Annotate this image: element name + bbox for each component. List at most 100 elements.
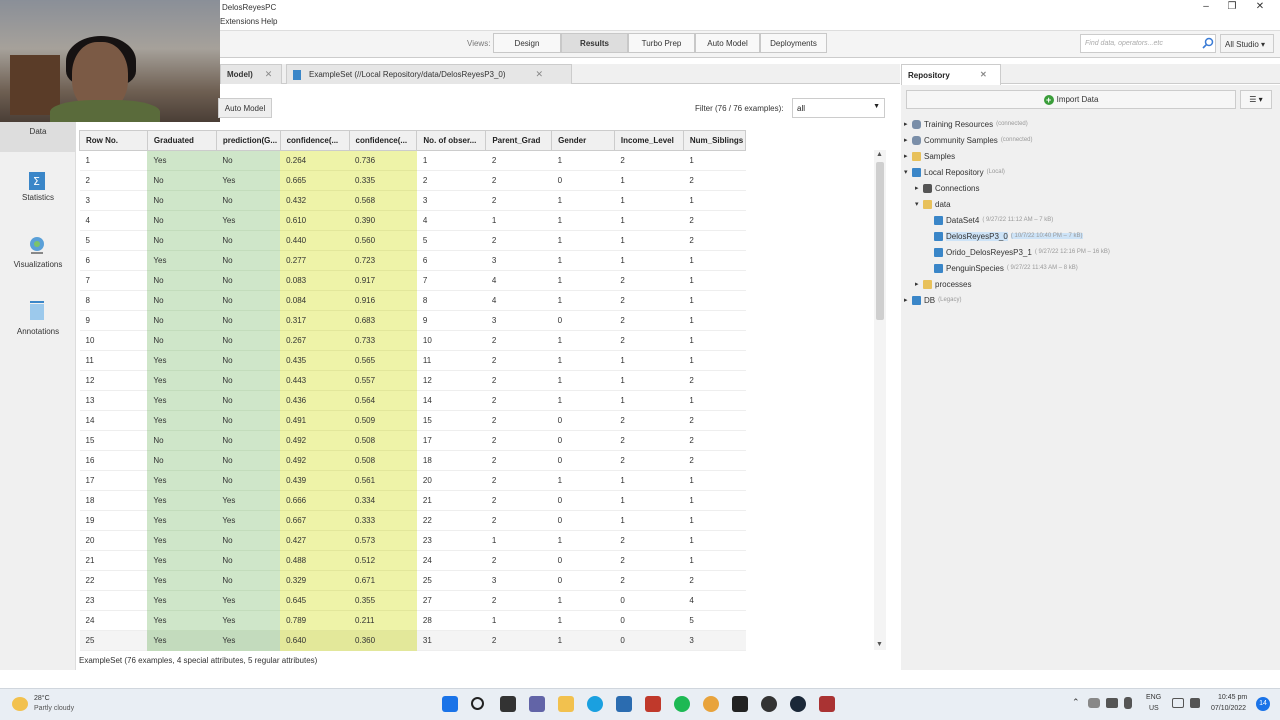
- table-row[interactable]: 21 Yes No 0.488 0.512 24 2 0 2 1: [79, 550, 746, 571]
- scroll-down-icon[interactable]: ▼: [876, 641, 883, 648]
- table-row[interactable]: 2 No Yes 0.665 0.335 2 2 0 1 2: [79, 170, 746, 191]
- column-header[interactable]: Income_Level: [613, 130, 684, 151]
- column-header[interactable]: confidence(...: [348, 130, 418, 151]
- repository-tree-item[interactable]: PenguinSpecies( 9/27/22 11:43 AM – 8 kB): [904, 262, 1274, 274]
- expand-arrow-icon[interactable]: ▸: [904, 152, 912, 160]
- edge-icon[interactable]: [587, 696, 603, 712]
- statistics-icon[interactable]: Σ: [26, 170, 48, 192]
- chrome-icon[interactable]: [703, 696, 719, 712]
- repository-tree-item[interactable]: ▸ Connections: [904, 182, 1274, 194]
- table-row[interactable]: 13 Yes No 0.436 0.564 14 2 1 1 1: [79, 390, 746, 411]
- volume-icon[interactable]: [1190, 698, 1200, 708]
- region-indicator[interactable]: US: [1149, 705, 1159, 712]
- column-header[interactable]: Gender: [551, 130, 615, 151]
- table-row[interactable]: 17 Yes No 0.439 0.561 20 2 1 1 1: [79, 470, 746, 491]
- import-data-button[interactable]: + Import Data: [906, 90, 1236, 109]
- table-row[interactable]: 5 No No 0.440 0.560 5 2 1 1 2: [79, 230, 746, 251]
- scroll-up-icon[interactable]: ▲: [876, 151, 883, 158]
- close-icon[interactable]: ✕: [265, 69, 273, 80]
- tab-model[interactable]: Model) ✕: [220, 64, 282, 84]
- table-row[interactable]: 11 Yes No 0.435 0.565 11 2 1 1 1: [79, 350, 746, 371]
- clock-time[interactable]: 10:45 pm: [1218, 694, 1247, 701]
- repository-tree-item[interactable]: ▸ processes: [904, 278, 1274, 290]
- scrollbar-thumb[interactable]: [876, 162, 884, 320]
- search-icon[interactable]: [1202, 37, 1214, 49]
- language-indicator[interactable]: ENG: [1146, 694, 1161, 701]
- auto-model-button[interactable]: Auto Model: [218, 98, 272, 118]
- rapidminer-icon[interactable]: [732, 696, 748, 712]
- table-row[interactable]: 9 No No 0.317 0.683 9 3 0 2 1: [79, 310, 746, 331]
- expand-arrow-icon[interactable]: ▸: [904, 120, 912, 128]
- view-annotations[interactable]: Annotations: [0, 327, 76, 336]
- steam-icon[interactable]: [790, 696, 806, 712]
- close-icon[interactable]: ✕: [980, 70, 987, 79]
- studio-scope-dropdown[interactable]: All Studio ▾: [1220, 34, 1274, 53]
- table-row[interactable]: 4 No Yes 0.610 0.390 4 1 1 1 2: [79, 210, 746, 231]
- table-row[interactable]: 24 Yes Yes 0.789 0.211 28 1 1 0 5: [79, 610, 746, 631]
- tab-exampleset[interactable]: ExampleSet (//Local Repository/data/Delo…: [286, 64, 572, 84]
- microphone-icon[interactable]: [1124, 697, 1132, 709]
- repository-tree-item[interactable]: DelosReyesP3_0( 10/7/22 10:40 PM – 7 kB): [904, 230, 1274, 242]
- view-design-button[interactable]: Design: [493, 33, 561, 53]
- column-header[interactable]: confidence(...: [279, 130, 350, 151]
- table-row[interactable]: 23 Yes Yes 0.645 0.355 27 2 1 0 4: [79, 590, 746, 611]
- repository-tree-item[interactable]: ▸ Samples: [904, 150, 1274, 162]
- annotations-icon[interactable]: [26, 300, 48, 322]
- repository-tree-item[interactable]: ▸ Community Samples (connected): [904, 134, 1274, 146]
- store-icon[interactable]: [616, 696, 632, 712]
- tray-chevron-icon[interactable]: ⌃: [1072, 697, 1080, 708]
- collapse-arrow-icon[interactable]: ▾: [904, 168, 912, 176]
- table-row[interactable]: 20 Yes No 0.427 0.573 23 1 1 2 1: [79, 530, 746, 551]
- view-statistics[interactable]: Statistics: [0, 193, 76, 202]
- view-visualizations[interactable]: Visualizations: [0, 260, 76, 269]
- clock-date[interactable]: 07/10/2022: [1211, 705, 1246, 712]
- table-row[interactable]: 25 Yes Yes 0.640 0.360 31 2 1 0 3: [79, 630, 746, 651]
- repository-tree-item[interactable]: DataSet4( 9/27/22 11:12 AM – 7 kB): [904, 214, 1274, 226]
- table-row[interactable]: 10 No No 0.267 0.733 10 2 1 2 1: [79, 330, 746, 351]
- table-row[interactable]: 7 No No 0.083 0.917 7 4 1 2 1: [79, 270, 746, 291]
- table-row[interactable]: 3 No No 0.432 0.568 3 2 1 1 1: [79, 190, 746, 211]
- table-row[interactable]: 1 Yes No 0.264 0.736 1 2 1 2 1: [79, 150, 746, 171]
- view-turbo-prep-button[interactable]: Turbo Prep: [628, 33, 695, 53]
- view-results-button[interactable]: Results: [561, 33, 628, 53]
- table-row[interactable]: 16 No No 0.492 0.508 18 2 0 2 2: [79, 450, 746, 471]
- task-view-icon[interactable]: [500, 696, 516, 712]
- weather-temperature[interactable]: 28°C: [34, 695, 50, 702]
- chat-icon[interactable]: [529, 696, 545, 712]
- column-header[interactable]: Num_Siblings: [682, 130, 747, 151]
- view-data[interactable]: Data: [0, 127, 76, 136]
- close-icon[interactable]: ✕: [536, 69, 544, 80]
- start-icon[interactable]: [442, 696, 458, 712]
- column-header[interactable]: Parent_Grad: [485, 130, 553, 151]
- table-row[interactable]: 8 No No 0.084 0.916 8 4 1 2 1: [79, 290, 746, 311]
- minimize-button[interactable]: –: [1196, 1, 1216, 12]
- column-header[interactable]: No. of obser...: [416, 130, 487, 151]
- repository-menu-button[interactable]: ☰ ▾: [1240, 90, 1272, 109]
- collapse-arrow-icon[interactable]: ▾: [915, 200, 923, 208]
- network-icon[interactable]: [1172, 698, 1184, 708]
- tab-repository[interactable]: Repository ✕: [901, 64, 1001, 85]
- table-row[interactable]: 15 No No 0.492 0.508 17 2 0 2 2: [79, 430, 746, 451]
- column-header[interactable]: Row No.: [79, 130, 148, 151]
- dota-icon[interactable]: [819, 696, 835, 712]
- spotify-icon[interactable]: [674, 696, 690, 712]
- repository-tree-item[interactable]: ▾ Local Repository (Local): [904, 166, 1274, 178]
- file-explorer-icon[interactable]: [558, 696, 574, 712]
- expand-arrow-icon[interactable]: ▸: [915, 184, 923, 192]
- weather-description[interactable]: Partly cloudy: [34, 705, 74, 712]
- view-auto-model-button[interactable]: Auto Model: [695, 33, 760, 53]
- table-row[interactable]: 22 Yes No 0.329 0.671 25 3 0 2 2: [79, 570, 746, 591]
- repository-tree-item[interactable]: ▸ DB (Legacy): [904, 294, 1274, 306]
- table-row[interactable]: 18 Yes Yes 0.666 0.334 21 2 0 1 1: [79, 490, 746, 511]
- column-header[interactable]: prediction(G...: [215, 130, 281, 151]
- expand-arrow-icon[interactable]: ▸: [904, 296, 912, 304]
- expand-arrow-icon[interactable]: ▸: [915, 280, 923, 288]
- column-header[interactable]: Graduated: [146, 130, 217, 151]
- maximize-button[interactable]: ❐: [1222, 1, 1242, 12]
- expand-arrow-icon[interactable]: ▸: [904, 136, 912, 144]
- menu-extensions[interactable]: Extensions: [220, 17, 259, 26]
- repository-tree-item[interactable]: ▸ Training Resources (connected): [904, 118, 1274, 130]
- close-button[interactable]: ✕: [1250, 1, 1270, 12]
- onedrive-icon[interactable]: [1088, 698, 1100, 708]
- table-row[interactable]: 12 Yes No 0.443 0.557 12 2 1 1 2: [79, 370, 746, 391]
